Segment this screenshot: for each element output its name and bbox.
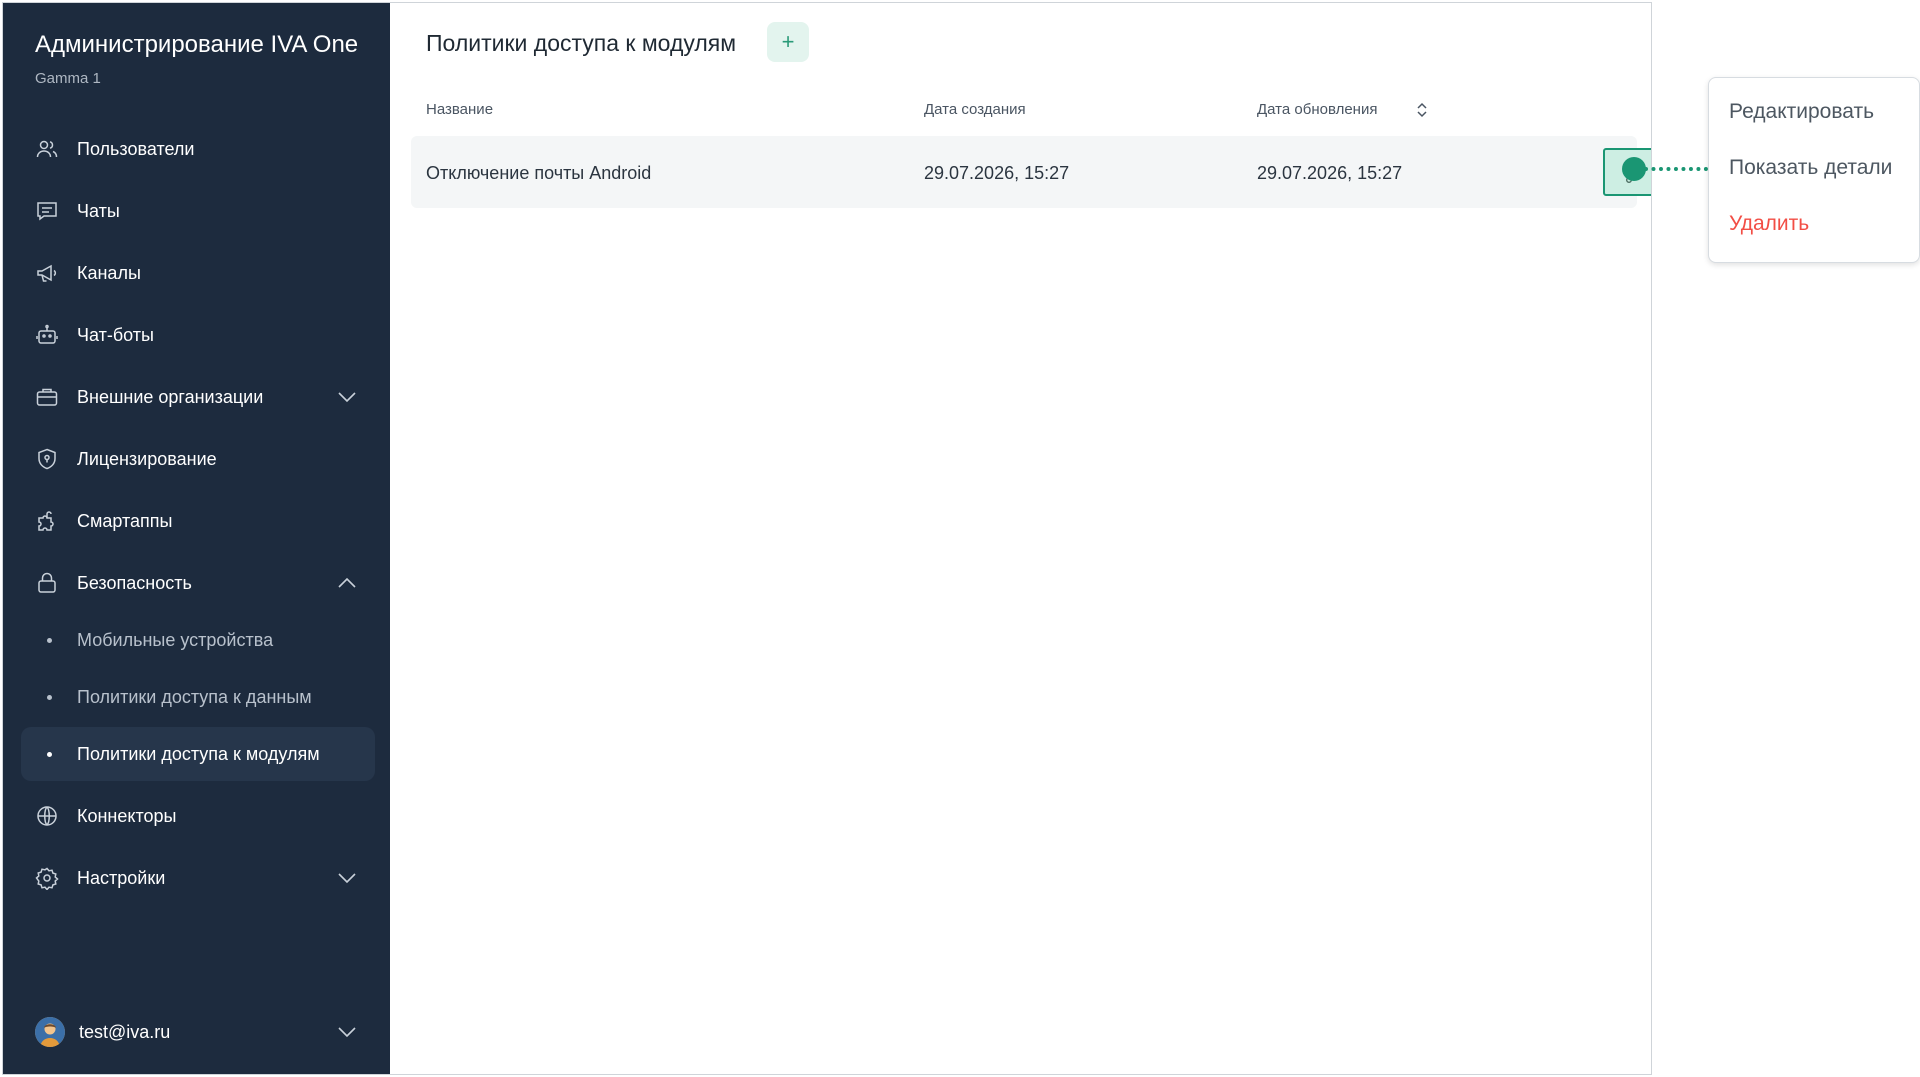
sidebar-item-licensing[interactable]: Лицензирование (21, 432, 375, 486)
sidebar-item-label: Смартаппы (77, 510, 173, 531)
bullet (47, 695, 52, 700)
user-email: test@iva.ru (79, 1022, 171, 1042)
column-header-name[interactable]: Название (426, 101, 493, 118)
sidebar-item-channels[interactable]: Каналы (21, 246, 375, 300)
bullet (47, 638, 52, 643)
sidebar-item-smartapps[interactable]: Смартаппы (21, 494, 375, 548)
chat-icon (35, 199, 59, 223)
sidebar-item-label: Политики доступа к модулям (77, 743, 320, 764)
chevron-down-icon[interactable] (335, 385, 359, 409)
shield-icon (35, 447, 59, 471)
sidebar-item-chats[interactable]: Чаты (21, 184, 375, 238)
sidebar-item-chatbots[interactable]: Чат-боты (21, 308, 375, 362)
column-header-label: Дата обновления (1257, 101, 1378, 118)
menu-item-edit[interactable]: Редактировать (1729, 100, 1874, 124)
app-title: Администрирование IVA One (35, 31, 359, 58)
chevron-up-icon[interactable] (335, 571, 359, 595)
sort-icon[interactable] (1414, 100, 1430, 120)
chevron-down-icon[interactable] (335, 866, 359, 890)
lock-icon (35, 571, 59, 595)
page-title: Политики доступа к модулям (426, 30, 737, 56)
add-policy-button[interactable]: + (767, 22, 809, 62)
chevron-down-icon[interactable] (335, 1020, 359, 1044)
user-menu[interactable]: test@iva.ru (21, 1005, 375, 1059)
sidebar-item-label: Внешние организации (77, 386, 264, 407)
briefcase-icon (35, 385, 59, 409)
cell-name: Отключение почты Android (426, 163, 652, 183)
menu-item-delete[interactable]: Удалить (1729, 212, 1809, 236)
sidebar-item-label: Каналы (77, 262, 141, 283)
users-icon (35, 137, 59, 161)
cell-created: 29.07.2026, 15:27 (924, 163, 1070, 183)
avatar (35, 1017, 65, 1047)
sidebar-item-label: Безопасность (77, 572, 192, 593)
row-context-menu: Редактировать Показать детали Удалить (1708, 77, 1920, 263)
sidebar-item-label: Политики доступа к данным (77, 686, 312, 707)
sidebar-item-users[interactable]: Пользователи (21, 122, 375, 176)
sidebar-subitem-mobile-devices[interactable]: Мобильные устройства (21, 613, 375, 667)
column-header-updated[interactable]: Дата обновления (1257, 101, 1427, 118)
sidebar-item-label: Коннекторы (77, 805, 177, 826)
sidebar-item-label: Чат-боты (77, 324, 154, 345)
column-header-created[interactable]: Дата создания (924, 101, 1026, 118)
sidebar-item-external-orgs[interactable]: Внешние организации (21, 370, 375, 424)
table-row[interactable]: Отключение почты Android 29.07.2026, 15:… (411, 136, 1651, 208)
menu-item-show-details[interactable]: Показать детали (1729, 156, 1892, 180)
robot-icon (35, 323, 59, 347)
sidebar: Администрирование IVA One Gamma 1 Пользо… (3, 3, 390, 1074)
sidebar-item-label: Настройки (77, 867, 166, 888)
puzzle-icon (35, 509, 59, 533)
sidebar-subitem-data-policies[interactable]: Политики доступа к данным (21, 670, 375, 724)
callout-dot (1622, 157, 1646, 181)
gear-icon (35, 866, 59, 891)
app-subtitle: Gamma 1 (35, 70, 101, 87)
cell-updated: 29.07.2026, 15:27 (1257, 163, 1403, 183)
sidebar-item-label: Лицензирование (77, 448, 217, 469)
sidebar-item-settings[interactable]: Настройки (21, 851, 375, 905)
bullet (47, 752, 52, 757)
sidebar-item-security[interactable]: Безопасность (21, 556, 375, 610)
main-content: Политики доступа к модулям + Название Да… (390, 3, 1651, 1074)
globe-icon (35, 804, 59, 828)
sidebar-item-label: Мобильные устройства (77, 629, 274, 650)
megaphone-icon (35, 261, 59, 285)
callout-line (1644, 167, 1708, 171)
sidebar-subitem-module-policies[interactable]: Политики доступа к модулям (21, 727, 375, 781)
sidebar-item-connectors[interactable]: Коннекторы (21, 789, 375, 843)
sidebar-item-label: Чаты (77, 200, 120, 221)
sidebar-item-label: Пользователи (77, 138, 195, 159)
app-window: Администрирование IVA One Gamma 1 Пользо… (2, 2, 1652, 1075)
